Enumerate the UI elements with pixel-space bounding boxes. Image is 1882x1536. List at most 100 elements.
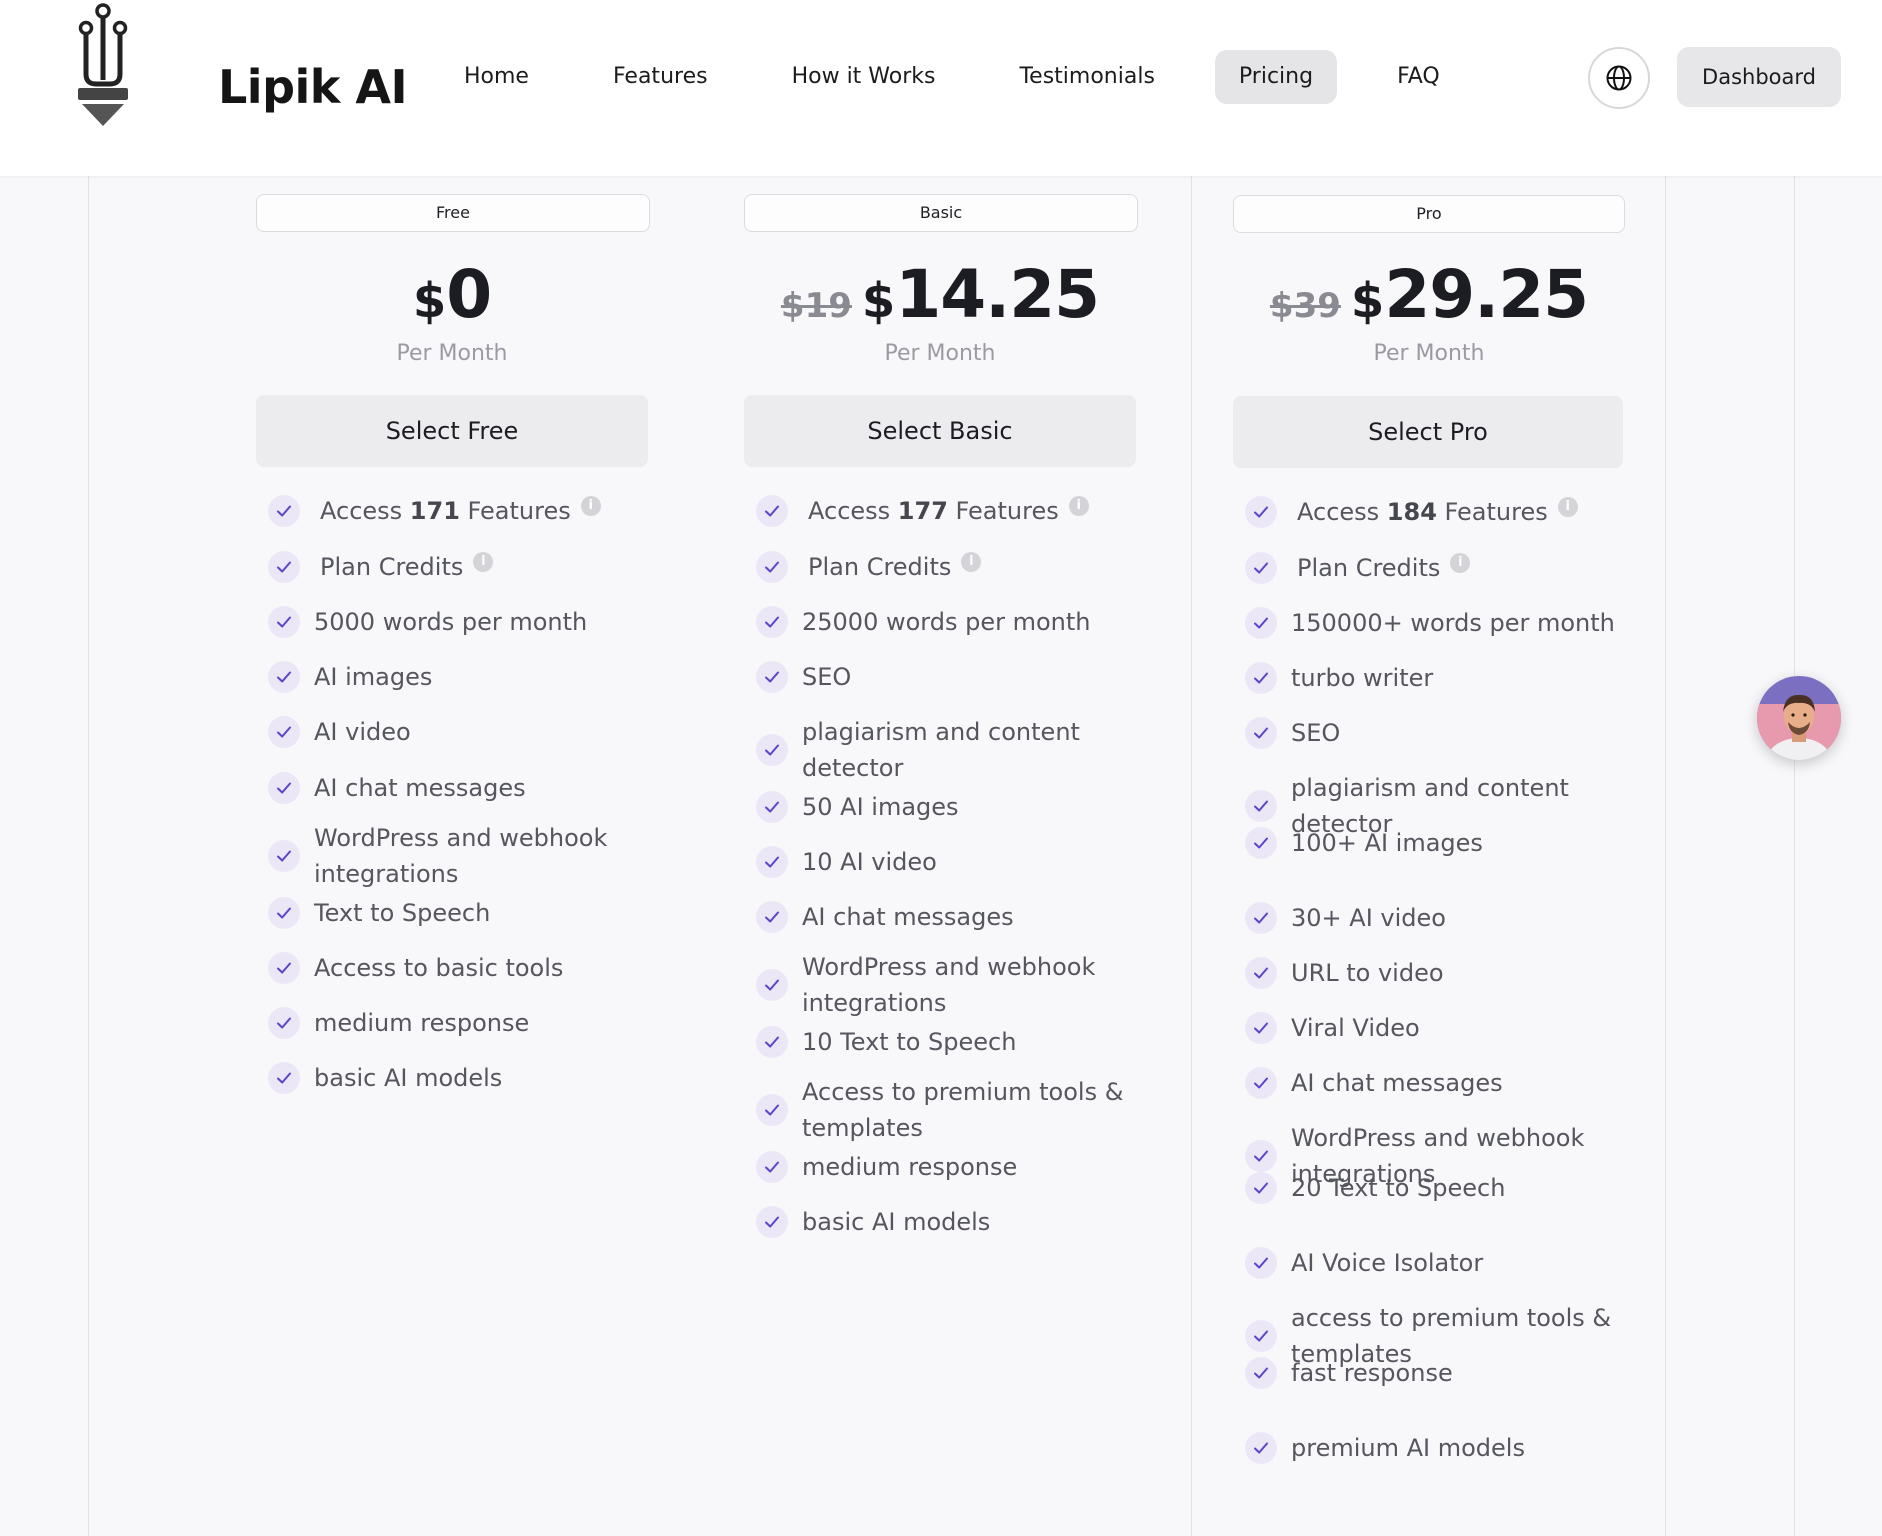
feature-text: Viral Video	[1291, 1014, 1420, 1042]
nav-pricing[interactable]: Pricing	[1214, 50, 1338, 104]
feature-item: Plan Credits i	[262, 549, 494, 585]
check-icon	[1245, 827, 1277, 859]
feature-text: AI chat messages	[1291, 1069, 1503, 1097]
feature-text-line: WordPress and webhook	[1291, 1124, 1585, 1152]
feature-item: AI chat messages	[262, 770, 526, 806]
dashboard-button[interactable]: Dashboard	[1677, 47, 1841, 107]
feature-text-line: integrations	[314, 860, 459, 888]
feature-count: 171	[409, 497, 460, 525]
info-icon[interactable]: i	[1068, 496, 1089, 516]
check-icon	[1245, 717, 1277, 749]
globe-icon	[1606, 65, 1632, 91]
feature-item: plagiarism and content detector	[750, 714, 1080, 786]
feature-text-pre: Access	[320, 497, 410, 525]
feature-text-line: WordPress and webhook	[314, 824, 608, 852]
check-icon	[1245, 1012, 1277, 1044]
feature-text: 30+ AI video	[1291, 904, 1446, 932]
nav-faq[interactable]: FAQ	[1373, 50, 1464, 104]
nav-how-it-works[interactable]: How it Works	[768, 50, 960, 104]
info-icon[interactable]: i	[1557, 497, 1578, 517]
feature-text: plagiarism and content detector	[802, 714, 1080, 786]
feature-text-line: WordPress and webhook	[802, 953, 1096, 981]
feature-text: SEO	[802, 663, 852, 691]
nav-features[interactable]: Features	[589, 50, 732, 104]
price: $0	[256, 256, 648, 333]
check-icon	[1245, 607, 1277, 639]
check-icon	[1245, 1140, 1277, 1172]
check-icon	[756, 1094, 788, 1126]
feature-item: Access to premium tools & templates	[750, 1074, 1123, 1146]
language-button[interactable]	[1588, 47, 1650, 109]
feature-text-line: Access to premium tools &	[802, 1078, 1124, 1106]
price-period: Per Month	[884, 341, 996, 366]
feature-item: turbo writer	[1239, 660, 1433, 696]
select-free-button[interactable]: Select Free	[256, 395, 648, 467]
feature-item: AI chat messages	[750, 899, 1014, 935]
feature-item: 150000+ words per month	[1239, 605, 1615, 641]
price-amount: 0	[446, 256, 492, 333]
feature-text: 100+ AI images	[1291, 829, 1483, 857]
feature-text: WordPress and webhook integrations	[314, 820, 607, 892]
currency-symbol: $	[861, 273, 896, 329]
feature-count: 177	[897, 497, 948, 525]
currency-symbol: $	[1350, 273, 1385, 329]
feature-item: medium response	[750, 1149, 1017, 1185]
nav-testimonials[interactable]: Testimonials	[995, 50, 1178, 104]
feature-item: SEO	[750, 659, 851, 695]
plan-name-pill: Basic	[744, 194, 1138, 232]
column-divider	[1794, 176, 1795, 1536]
info-icon[interactable]: i	[961, 552, 982, 572]
feature-text: Access to basic tools	[314, 954, 564, 982]
support-avatar[interactable]	[1757, 676, 1841, 760]
check-icon	[756, 1151, 788, 1183]
feature-text: AI video	[314, 718, 411, 746]
feature-text: basic AI models	[802, 1208, 991, 1236]
feature-text-pre: Access	[1297, 498, 1387, 526]
feature-text: Access 184 Features i	[1297, 494, 1578, 530]
feature-item: URL to video	[1239, 955, 1444, 991]
feature-item: AI chat messages	[1239, 1065, 1503, 1101]
feature-item: Access 171 Features i	[262, 493, 601, 529]
column-divider	[1665, 176, 1666, 1536]
feature-text-pre: Plan Credits	[1297, 554, 1441, 582]
info-icon[interactable]: i	[580, 496, 601, 516]
feature-text: SEO	[1291, 719, 1341, 747]
currency-symbol: $	[412, 273, 447, 329]
feature-text: Plan Credits i	[808, 549, 982, 585]
check-icon	[756, 1206, 788, 1238]
check-icon	[1245, 790, 1277, 822]
price-amount: 14.25	[895, 256, 1100, 333]
plan-card-pro: Pro $39 $29.25 Per Month Select Pro Access 18…	[1233, 176, 1625, 1536]
feature-text: fast response	[1291, 1359, 1453, 1387]
plan-card-free: Free $0 Per Month Select Free Access 171 Fea…	[256, 176, 650, 1536]
feature-text-pre: Access	[808, 497, 898, 525]
feature-item: 10 AI video	[750, 844, 937, 880]
feature-item: premium AI models	[1239, 1430, 1525, 1466]
feature-item: SEO	[1239, 715, 1340, 751]
nav-home[interactable]: Home	[440, 50, 553, 104]
feature-item: 100+ AI images	[1239, 825, 1483, 861]
feature-text-line: integrations	[802, 989, 947, 1017]
feature-item: 50 AI images	[750, 789, 959, 825]
feature-text: 50 AI images	[802, 793, 959, 821]
feature-item: Viral Video	[1239, 1010, 1420, 1046]
check-icon	[1245, 1172, 1277, 1204]
select-pro-button[interactable]: Select Pro	[1233, 396, 1623, 468]
info-icon[interactable]: i	[473, 552, 494, 572]
check-icon	[756, 969, 788, 1001]
feature-item: WordPress and webhook integrations	[262, 820, 607, 892]
info-icon[interactable]: i	[1450, 553, 1471, 573]
check-icon	[756, 791, 788, 823]
feature-text: AI Voice Isolator	[1291, 1249, 1484, 1277]
check-icon	[268, 1062, 300, 1094]
brand-logo[interactable]: Lipik AI	[72, 0, 408, 130]
select-basic-button[interactable]: Select Basic	[744, 395, 1136, 467]
feature-text: 20 Text to Speech	[1291, 1174, 1506, 1202]
feature-text-line: plagiarism and content	[1291, 774, 1569, 802]
old-price: $19	[780, 286, 852, 326]
brand-name: Lipik AI	[218, 60, 408, 114]
feature-item: Access 177 Features i	[750, 493, 1089, 529]
feature-text: AI chat messages	[314, 774, 526, 802]
feature-text: AI images	[314, 663, 433, 691]
feature-text-pre: Plan Credits	[320, 553, 464, 581]
